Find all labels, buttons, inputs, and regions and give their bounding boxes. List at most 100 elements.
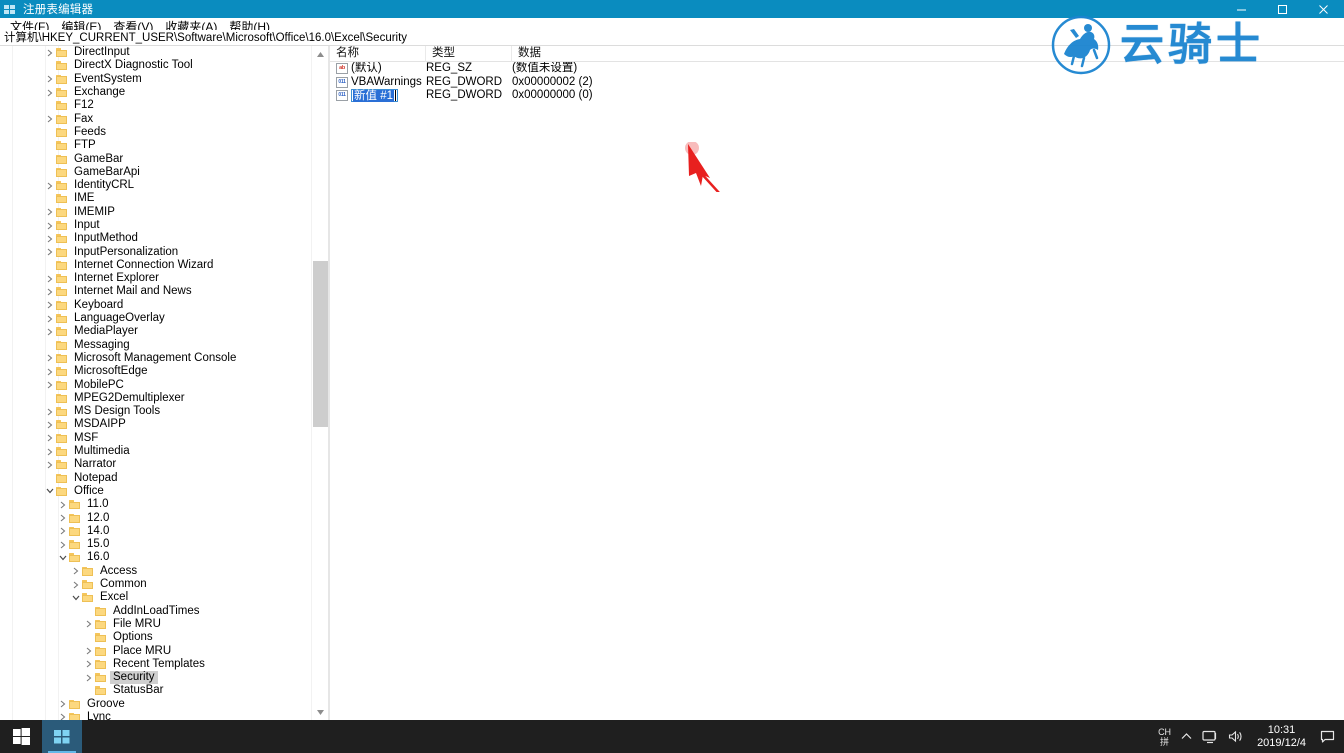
chevron-right-icon[interactable] [44,312,56,325]
chevron-right-icon[interactable] [44,458,56,471]
chevron-right-icon[interactable] [44,206,56,219]
chevron-right-icon[interactable] [44,285,56,298]
tree-vertical-scrollbar[interactable] [311,46,328,721]
column-header-type[interactable]: 类型 [426,46,512,62]
tree-node-ftp[interactable]: FTP [0,139,311,152]
chevron-right-icon[interactable] [44,432,56,445]
tree-node-11-0[interactable]: 11.0 [0,498,311,511]
tree-node-options[interactable]: Options [0,631,311,644]
chevron-right-icon[interactable] [83,618,95,631]
chevron-right-icon[interactable] [44,272,56,285]
chevron-right-icon[interactable] [83,658,95,671]
value-name-cell[interactable]: 011 新值 #1 [330,89,426,103]
minimize-button[interactable] [1221,0,1262,18]
chevron-right-icon[interactable] [83,671,95,684]
scroll-up-arrow[interactable] [312,46,328,63]
tree-node-inputpersonalization[interactable]: InputPersonalization [0,245,311,258]
chevron-right-icon[interactable] [44,219,56,232]
tree-node-mobilepc[interactable]: MobilePC [0,378,311,391]
tree-node-msf[interactable]: MSF [0,432,311,445]
chevron-right-icon[interactable] [44,46,56,59]
column-header-data[interactable]: 数据 [512,46,892,62]
chevron-right-icon[interactable] [44,445,56,458]
taskbar-regedit[interactable] [42,720,82,753]
registry-tree[interactable]: DirectInput DirectX Diagnostic Tool EventS… [0,46,311,721]
tree-node-file-mru[interactable]: File MRU [0,618,311,631]
tree-node-f12[interactable]: F12 [0,99,311,112]
tree-node-gamebar[interactable]: GameBar [0,152,311,165]
registry-path[interactable]: 计算机\HKEY_CURRENT_USER\Software\Microsoft… [0,31,407,45]
volume-icon[interactable] [1223,720,1248,753]
column-header-name[interactable]: 名称 [330,46,426,62]
tree-node-feeds[interactable]: Feeds [0,126,311,139]
tree-node-identitycrl[interactable]: IdentityCRL [0,179,311,192]
tree-node-messaging[interactable]: Messaging [0,339,311,352]
network-icon[interactable] [1197,720,1223,753]
tree-node-ime[interactable]: IME [0,192,311,205]
chevron-down-icon[interactable] [44,485,56,498]
chevron-right-icon[interactable] [44,86,56,99]
tree-node-addinloadtimes[interactable]: AddInLoadTimes [0,604,311,617]
chevron-right-icon[interactable] [44,232,56,245]
tree-node-ms-design-tools[interactable]: MS Design Tools [0,405,311,418]
chevron-right-icon[interactable] [44,418,56,431]
value-name-cell[interactable]: 011 VBAWarnings [330,76,426,89]
window-titlebar[interactable]: 注册表编辑器 [0,0,1344,18]
tree-node-office[interactable]: Office [0,485,311,498]
tree-node-groove[interactable]: Groove [0,698,311,711]
value-rename-input[interactable]: 新值 #1 [351,89,398,103]
taskbar-clock[interactable]: 10:31 2019/12/4 [1248,720,1315,753]
tree-node-15-0[interactable]: 15.0 [0,538,311,551]
tree-node-narrator[interactable]: Narrator [0,458,311,471]
chevron-right-icon[interactable] [44,405,56,418]
tree-node-imemip[interactable]: IMEMIP [0,206,311,219]
chevron-right-icon[interactable] [57,525,69,538]
chevron-right-icon[interactable] [44,352,56,365]
tree-node-directinput[interactable]: DirectInput [0,46,311,59]
tree-node-eventsystem[interactable]: EventSystem [0,73,311,86]
value-name-cell[interactable]: ab (默认) [330,62,426,75]
tree-node-mpeg2demultiplexer[interactable]: MPEG2Demultiplexer [0,392,311,405]
chevron-right-icon[interactable] [57,698,69,711]
ime-indicator[interactable]: CH 拼 [1153,720,1176,753]
tree-node-directx-diagnostic-tool[interactable]: DirectX Diagnostic Tool [0,59,311,72]
table-row[interactable]: ab (默认) REG_SZ (数值未设置) [330,62,1344,76]
tree-node-inputmethod[interactable]: InputMethod [0,232,311,245]
chevron-right-icon[interactable] [44,73,56,86]
tree-node-security[interactable]: Security [0,671,311,685]
chevron-right-icon[interactable] [57,498,69,511]
chevron-right-icon[interactable] [44,179,56,192]
tree-node-languageoverlay[interactable]: LanguageOverlay [0,312,311,325]
tree-node-common[interactable]: Common [0,578,311,591]
tree-node-internet-connection-wizard[interactable]: Internet Connection Wizard [0,259,311,272]
table-row[interactable]: 011 VBAWarnings REG_DWORD 0x00000002 (2) [330,76,1344,90]
chevron-right-icon[interactable] [44,365,56,378]
chevron-down-icon[interactable] [57,551,69,564]
tree-node-keyboard[interactable]: Keyboard [0,299,311,312]
tree-node-access[interactable]: Access [0,565,311,578]
tree-node-mediaplayer[interactable]: MediaPlayer [0,325,311,338]
chevron-right-icon[interactable] [70,565,82,578]
table-row[interactable]: 011 新值 #1 REG_DWORD 0x00000000 (0) [330,89,1344,103]
chevron-down-icon[interactable] [70,591,82,604]
tree-node-fax[interactable]: Fax [0,112,311,125]
tree-node-12-0[interactable]: 12.0 [0,511,311,524]
tree-node-msdaipp[interactable]: MSDAIPP [0,418,311,431]
tree-node-16-0[interactable]: 16.0 [0,551,311,564]
chevron-right-icon[interactable] [44,113,56,126]
tree-scrollbar-thumb[interactable] [313,261,328,427]
chevron-right-icon[interactable] [57,512,69,525]
address-bar[interactable]: 计算机\HKEY_CURRENT_USER\Software\Microsoft… [0,30,1344,45]
tree-node-place-mru[interactable]: Place MRU [0,644,311,657]
tree-node-microsoftedge[interactable]: MicrosoftEdge [0,365,311,378]
chevron-right-icon[interactable] [57,538,69,551]
maximize-restore-button[interactable] [1262,0,1303,18]
tree-node-notepad[interactable]: Notepad [0,472,311,485]
notifications-button[interactable] [1315,720,1340,753]
values-list[interactable]: ab (默认) REG_SZ (数值未设置) 011 VBAWarnings REG_DWO… [330,62,1344,103]
chevron-right-icon[interactable] [44,246,56,259]
tree-node-recent-templates[interactable]: Recent Templates [0,658,311,671]
tree-node-input[interactable]: Input [0,219,311,232]
tray-overflow-button[interactable] [1176,720,1197,753]
close-button[interactable] [1303,0,1344,18]
